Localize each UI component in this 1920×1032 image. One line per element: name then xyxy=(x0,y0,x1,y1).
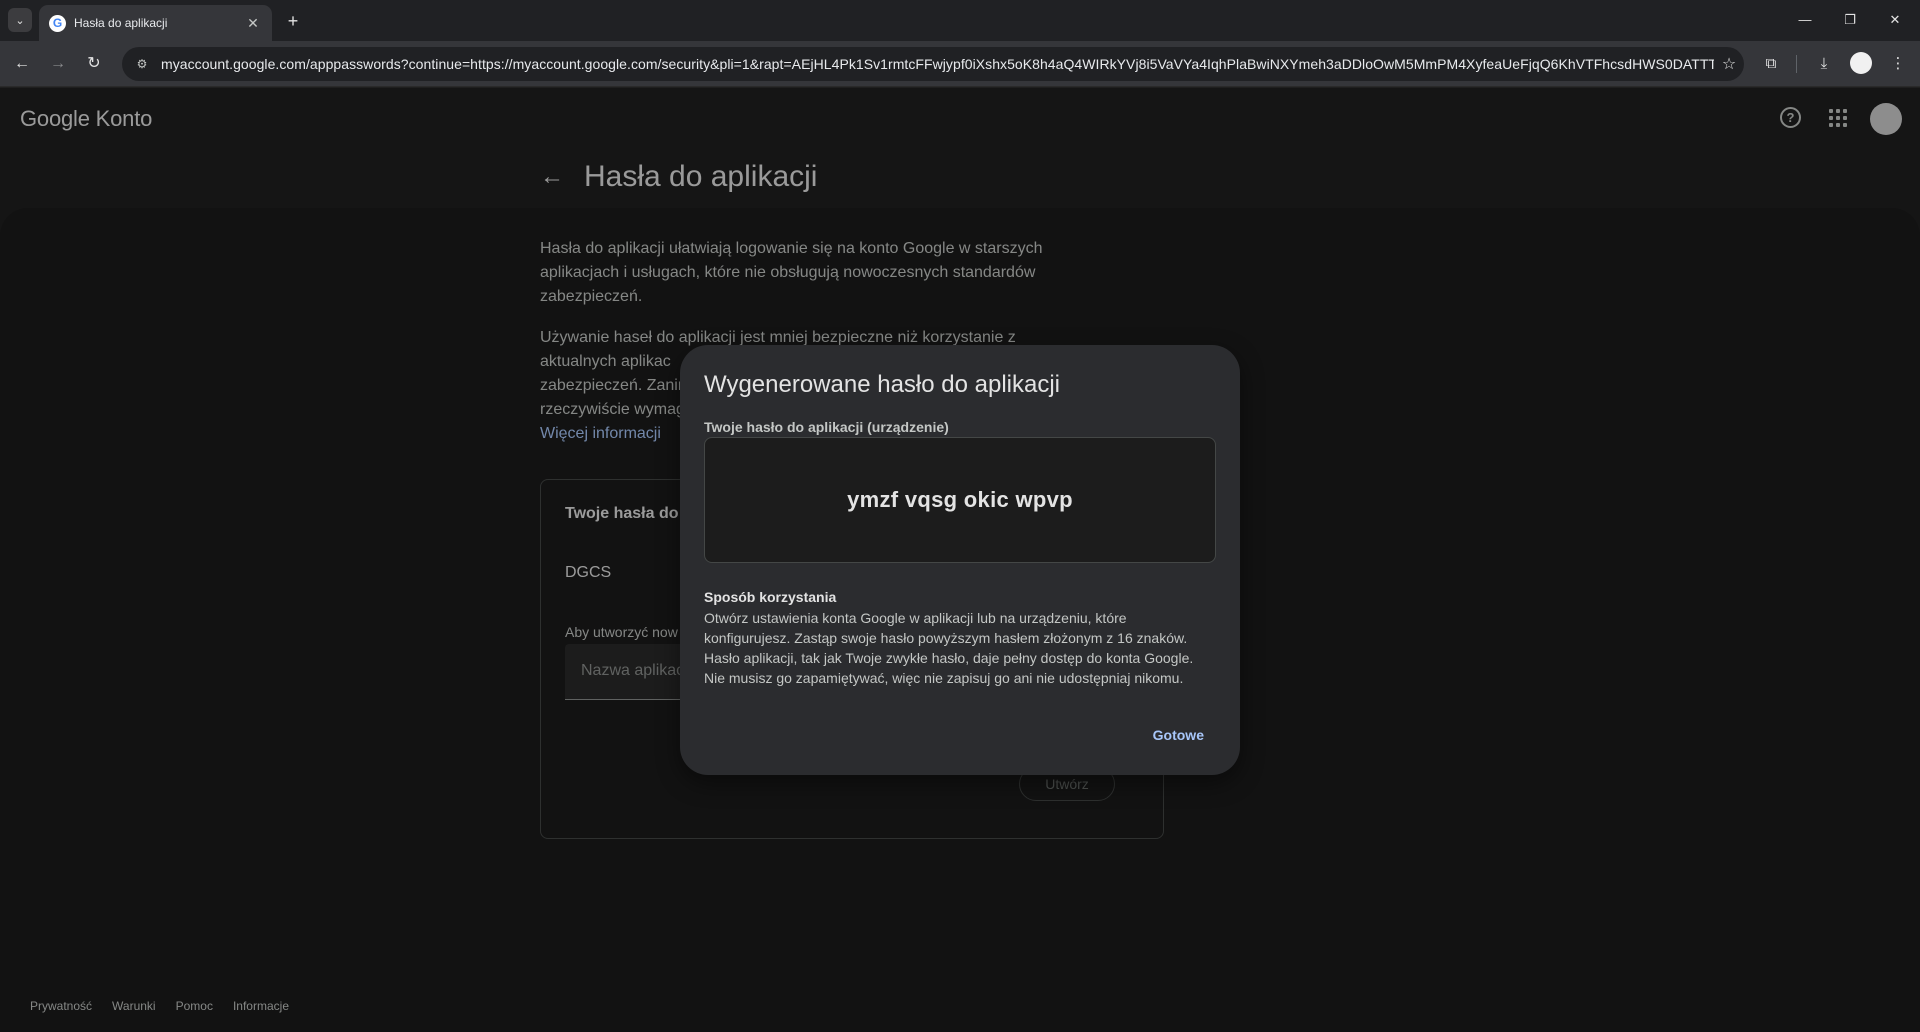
google-favicon-icon: G xyxy=(49,14,66,32)
tab-close-icon[interactable]: ✕ xyxy=(244,15,262,32)
browser-toolbar: ← → ↻ ⚙ myaccount.google.com/apppassword… xyxy=(0,41,1920,87)
back-arrow-icon[interactable]: ← xyxy=(10,52,34,76)
extensions-puzzle-icon[interactable]: ⧉ xyxy=(1759,52,1783,76)
browser-profile-avatar[interactable] xyxy=(1850,52,1872,74)
forward-arrow-icon[interactable]: → xyxy=(46,52,70,76)
new-tab-plus-icon[interactable]: + xyxy=(282,10,304,32)
generated-password-dialog: Wygenerowane hasło do aplikacji Twoje ha… xyxy=(680,345,1240,775)
site-info-icon[interactable]: ⚙ xyxy=(132,54,152,74)
minimize-icon[interactable]: — xyxy=(1790,8,1820,32)
usage-heading: Sposób korzystania xyxy=(704,589,837,605)
tab-search-chevron-down-icon[interactable]: ⌄ xyxy=(8,8,32,32)
usage-instructions: Otwórz ustawienia konta Google w aplikac… xyxy=(704,610,1194,686)
dialog-title: Wygenerowane hasło do aplikacji xyxy=(704,371,1060,398)
window-close-icon[interactable]: ✕ xyxy=(1880,8,1910,32)
generated-password[interactable]: ymzf vqsg okic wpvp xyxy=(847,487,1073,513)
toolbar-divider xyxy=(1796,55,1797,73)
password-label: Twoje hasło do aplikacji (urządzenie) xyxy=(704,419,949,435)
restore-icon[interactable]: ❐ xyxy=(1835,8,1865,32)
done-button[interactable]: Gotowe xyxy=(1141,717,1216,753)
generated-password-box[interactable]: ymzf vqsg okic wpvp xyxy=(704,437,1216,563)
url-text[interactable]: myaccount.google.com/apppasswords?contin… xyxy=(161,56,1714,72)
reload-icon[interactable]: ↻ xyxy=(82,52,106,76)
browser-tab[interactable]: G Hasła do aplikacji ✕ xyxy=(39,5,272,41)
browser-tabstrip: ⌄ G Hasła do aplikacji ✕ + — ❐ ✕ xyxy=(0,0,1920,41)
tab-title: Hasła do aplikacji xyxy=(74,16,168,30)
bookmark-star-icon[interactable]: ☆ xyxy=(1714,54,1744,74)
download-icon[interactable]: ⤓ xyxy=(1812,52,1836,76)
browser-menu-kebab-icon[interactable]: ⋮ xyxy=(1886,52,1910,76)
address-bar[interactable]: ⚙ myaccount.google.com/apppasswords?cont… xyxy=(122,47,1744,81)
